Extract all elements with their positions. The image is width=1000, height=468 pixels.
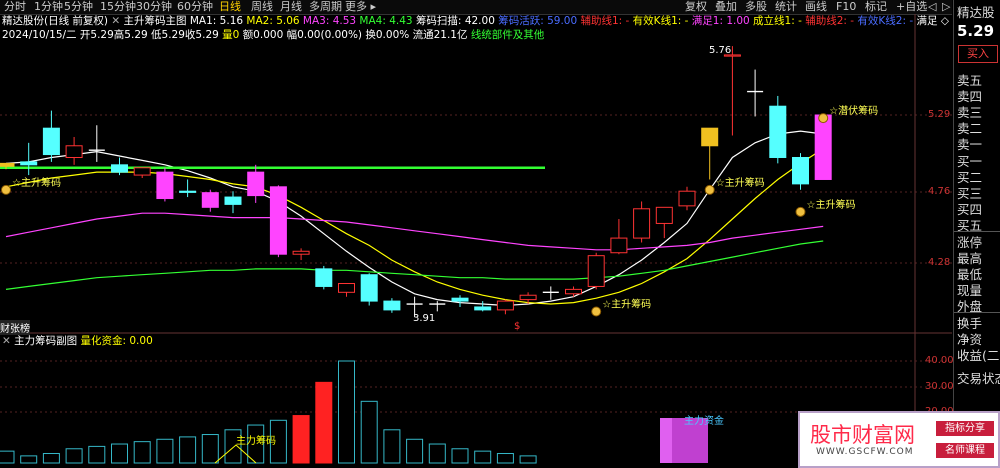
volume-bar: [88, 445, 106, 464]
candle[interactable]: [269, 185, 287, 258]
candle[interactable]: [315, 265, 333, 290]
watermark-tag-1: 指标分享: [936, 421, 994, 436]
candle[interactable]: [496, 299, 514, 315]
sub-axis-label: 40.00: [925, 355, 954, 366]
candle[interactable]: [429, 301, 446, 312]
quote-row-17: 收益(二): [957, 348, 1000, 363]
candle[interactable]: [655, 206, 673, 239]
candle[interactable]: [678, 186, 696, 211]
volume-bar: [428, 443, 446, 464]
volume-bar: [338, 360, 355, 464]
candle[interactable]: [792, 153, 809, 190]
candle[interactable]: [451, 295, 469, 307]
candle[interactable]: [542, 286, 559, 300]
quote-panel: 精达股 5.29 买入 卖五 卖四 卖三 卖二 卖一 买一 买二 买三 买四 买五 涨停 最高 最低 现量…: [953, 0, 1000, 468]
candle[interactable]: [292, 248, 310, 261]
price-chart[interactable]: ☆主升筹码 ☆主升筹码 ☆主升筹码 ☆主升筹码 ☆潜伏筹码: [0, 0, 953, 468]
subchart-title: 主力筹码副图: [14, 335, 78, 347]
volume-bar: [0, 450, 15, 464]
price-axis-label: 4.28: [928, 257, 951, 268]
volume-bar: [292, 415, 310, 464]
volume-bar: [111, 443, 128, 464]
candle[interactable]: [247, 164, 265, 203]
volume-bar: [201, 434, 219, 464]
chip-label: 主力筹码: [236, 436, 276, 447]
sub-axis-label: 30.00: [925, 381, 954, 392]
s-marker-icon: $: [514, 321, 521, 332]
svg-text:☆主升筹码: ☆主升筹码: [716, 176, 765, 189]
watermark: 股市财富网 WWW.GSCFW.COM 指标分享 名师课程: [798, 411, 1000, 468]
candle[interactable]: [360, 273, 378, 306]
volume-bar: [496, 453, 514, 464]
candle[interactable]: [723, 46, 741, 136]
volume-bar: [519, 455, 537, 464]
svg-text:☆主升筹码: ☆主升筹码: [807, 198, 856, 211]
candle[interactable]: [565, 286, 582, 297]
volume-bar: [65, 448, 83, 464]
volume-bar: [133, 441, 151, 464]
volume-bar: [42, 453, 60, 464]
volume-bar: [360, 400, 378, 464]
watermark-url: WWW.GSCFW.COM: [816, 447, 914, 457]
chip-marker: ☆主升筹码: [591, 297, 651, 317]
candle[interactable]: [338, 283, 355, 297]
candle[interactable]: [20, 142, 38, 176]
candle[interactable]: [179, 179, 197, 198]
current-price: 5.29: [957, 22, 995, 40]
rank-tag[interactable]: 财张榜: [0, 320, 30, 335]
candle[interactable]: [201, 189, 219, 212]
low-annotation: 3.91: [413, 313, 436, 324]
candle[interactable]: [587, 252, 605, 290]
subchart-close-icon[interactable]: ✕: [2, 335, 11, 347]
watermark-tag-2: 名师课程: [936, 443, 994, 458]
candle[interactable]: [156, 167, 174, 202]
volume-bar: [474, 450, 492, 464]
volume-bar: [451, 448, 469, 464]
candle[interactable]: [383, 298, 401, 313]
candle[interactable]: [65, 136, 83, 165]
ma-line-MA4: [5, 240, 824, 290]
svg-text:☆主升筹码: ☆主升筹码: [12, 176, 61, 189]
candle[interactable]: [633, 201, 651, 243]
buy-button[interactable]: 买入: [958, 45, 998, 63]
watermark-title: 股市财富网: [810, 423, 915, 447]
volume-bar: [20, 455, 38, 464]
ma-line-MA2: [5, 148, 824, 305]
chip-marker: ☆潜伏筹码: [818, 104, 878, 124]
candle[interactable]: [133, 167, 151, 179]
candle[interactable]: [88, 125, 105, 162]
candle[interactable]: [224, 191, 242, 214]
volume-bar: [156, 438, 174, 464]
ma-line-MA3: [5, 212, 824, 251]
quote-row-18: 交易状态: [957, 371, 1000, 386]
fund-block-highlight: [660, 418, 672, 463]
stock-name: 精达股: [957, 5, 995, 20]
candle[interactable]: [747, 69, 764, 117]
svg-text:☆潜伏筹码: ☆潜伏筹码: [829, 104, 878, 117]
price-axis-label: 5.29: [928, 109, 951, 120]
volume-bar: [383, 429, 401, 464]
volume-bar: [406, 438, 424, 464]
volume-bar: [179, 436, 197, 464]
volume-bar: [315, 381, 333, 464]
subchart-value: 量化资金: 0.00: [80, 335, 153, 347]
fund-label: 主力资金: [684, 416, 724, 427]
svg-text:☆主升筹码: ☆主升筹码: [602, 297, 651, 310]
candle[interactable]: [610, 219, 628, 255]
subchart-header: ✕ 主力筹码副图 量化资金: 0.00: [2, 335, 153, 348]
ma-line-MA1: [5, 130, 824, 307]
candle[interactable]: [42, 110, 60, 162]
chip-marker: ☆主升筹码: [795, 198, 856, 217]
candle[interactable]: [474, 301, 492, 312]
candle[interactable]: [769, 95, 787, 164]
candle[interactable]: [814, 114, 832, 180]
price-axis-label: 4.76: [928, 186, 951, 197]
high-annotation: 5.76: [709, 45, 732, 56]
candle[interactable]: [701, 127, 719, 180]
candle[interactable]: [111, 157, 128, 176]
